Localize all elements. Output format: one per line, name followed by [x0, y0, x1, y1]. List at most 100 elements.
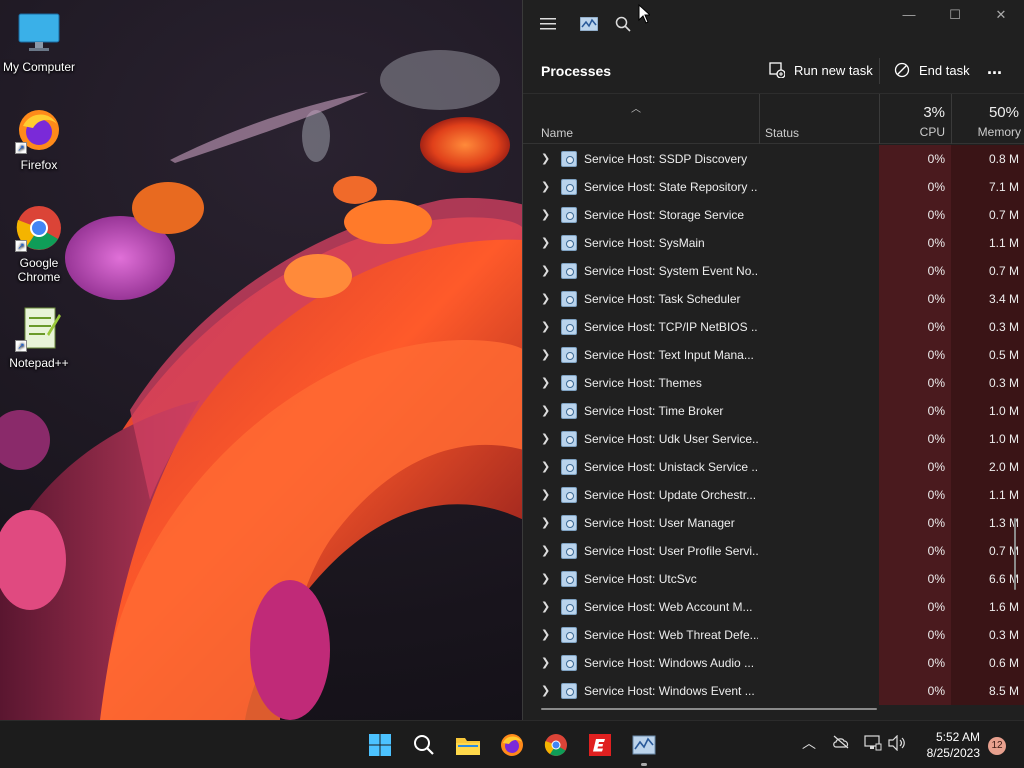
service-host-icon: [561, 599, 577, 615]
expand-chevron-icon[interactable]: ❯: [541, 684, 553, 698]
expand-chevron-icon[interactable]: ❯: [541, 236, 553, 250]
table-row[interactable]: ❯ Service Host: Storage Service 0% 0.7 M: [523, 201, 1024, 229]
process-cpu: 0%: [927, 516, 945, 530]
notification-badge[interactable]: 12: [988, 737, 1006, 755]
expand-chevron-icon[interactable]: ❯: [541, 516, 553, 530]
table-row[interactable]: ❯ Service Host: SSDP Discovery 0% 0.8 M: [523, 145, 1024, 173]
expand-chevron-icon[interactable]: ❯: [541, 376, 553, 390]
service-host-icon: [561, 291, 577, 307]
expand-chevron-icon[interactable]: ❯: [541, 292, 553, 306]
process-memory: 0.6 M: [988, 656, 1019, 670]
service-host-icon: [561, 571, 577, 587]
table-row[interactable]: ❯ Service Host: User Manager 0% 1.3 M: [523, 509, 1024, 537]
process-cpu: 0%: [927, 684, 945, 698]
more-options-button[interactable]: ...: [987, 58, 1002, 79]
table-row[interactable]: ❯ Service Host: Task Scheduler 0% 3.4 M: [523, 285, 1024, 313]
end-task-button[interactable]: End task: [893, 61, 970, 79]
expand-chevron-icon[interactable]: ❯: [541, 208, 553, 222]
run-new-task-button[interactable]: Run new task: [768, 61, 873, 79]
expand-chevron-icon[interactable]: ❯: [541, 488, 553, 502]
desktop-icon-my-computer[interactable]: My Computer: [0, 8, 78, 74]
column-header-memory[interactable]: Memory: [951, 125, 1021, 139]
process-cpu: 0%: [927, 656, 945, 670]
column-header-cpu[interactable]: CPU: [879, 125, 945, 139]
firefox-icon[interactable]: [496, 729, 528, 761]
table-row[interactable]: ❯ Service Host: Windows Audio ... 0% 0.6 M: [523, 649, 1024, 677]
table-row[interactable]: ❯ Service Host: Themes 0% 0.3 M: [523, 369, 1024, 397]
process-cpu: 0%: [927, 208, 945, 222]
process-memory: 1.6 M: [988, 600, 1019, 614]
table-row[interactable]: ❯ Service Host: Time Broker 0% 1.0 M: [523, 397, 1024, 425]
service-host-icon: [561, 543, 577, 559]
expand-chevron-icon[interactable]: ❯: [541, 460, 553, 474]
table-row[interactable]: ❯ Service Host: Web Account M... 0% 1.6 M: [523, 593, 1024, 621]
search-icon[interactable]: [611, 12, 635, 36]
process-cpu: 0%: [927, 376, 945, 390]
start-icon[interactable]: [364, 729, 396, 761]
expand-chevron-icon[interactable]: ❯: [541, 544, 553, 558]
table-row[interactable]: ❯ Service Host: Unistack Service ... 0% 2.0…: [523, 453, 1024, 481]
expand-chevron-icon[interactable]: ❯: [541, 180, 553, 194]
app-e-icon[interactable]: [584, 729, 616, 761]
taskbar: ︿ 5:52 AM 8/25/2023 12: [0, 720, 1024, 768]
service-host-icon: [561, 683, 577, 699]
process-cpu: 0%: [927, 572, 945, 586]
process-cpu: 0%: [927, 628, 945, 642]
memory-total-percent: 50%: [988, 104, 1019, 121]
table-row[interactable]: ❯ Service Host: Udk User Service... 0% 1.0 …: [523, 425, 1024, 453]
table-row[interactable]: ❯ Service Host: UtcSvc 0% 6.6 M: [523, 565, 1024, 593]
expand-chevron-icon[interactable]: ❯: [541, 404, 553, 418]
task-manager-icon[interactable]: [628, 729, 660, 766]
desktop-icon-label: My Computer: [2, 60, 76, 74]
table-row[interactable]: ❯ Service Host: SysMain 0% 1.1 M: [523, 229, 1024, 257]
service-host-icon: [561, 375, 577, 391]
file-explorer-icon[interactable]: [452, 729, 484, 761]
close-button[interactable]: ✕: [979, 4, 1023, 28]
table-row[interactable]: ❯ Service Host: TCP/IP NetBIOS ... 0% 0.3 M: [523, 313, 1024, 341]
table-row[interactable]: ❯ Service Host: Web Threat Defe... 0% 0.3 M: [523, 621, 1024, 649]
expand-chevron-icon[interactable]: ❯: [541, 348, 553, 362]
service-host-icon: [561, 319, 577, 335]
table-row[interactable]: ❯ Service Host: State Repository ... 0% 7.1…: [523, 173, 1024, 201]
process-memory: 0.7 M: [988, 264, 1019, 278]
column-header-name[interactable]: Name: [541, 126, 573, 140]
hamburger-menu-icon[interactable]: [536, 12, 560, 36]
maximize-button[interactable]: ☐: [933, 4, 977, 28]
process-name: Service Host: Unistack Service ...: [584, 460, 758, 474]
expand-chevron-icon[interactable]: ❯: [541, 320, 553, 334]
firefox-icon: ↗: [15, 106, 63, 154]
expand-chevron-icon[interactable]: ❯: [541, 432, 553, 446]
table-row[interactable]: ❯ Service Host: User Profile Servi... 0% 0.…: [523, 537, 1024, 565]
network-icon[interactable]: [864, 735, 882, 754]
process-cpu: 0%: [927, 404, 945, 418]
process-cpu: 0%: [927, 432, 945, 446]
chrome-icon[interactable]: [540, 729, 572, 761]
process-name: Service Host: Task Scheduler: [584, 292, 741, 306]
vertical-scrollbar[interactable]: [1014, 518, 1016, 590]
onedrive-icon[interactable]: [832, 735, 850, 752]
desktop-icon-notepad-plus-plus[interactable]: ↗ Notepad++: [0, 304, 78, 370]
page-title: Processes: [541, 63, 612, 79]
desktop-icon-firefox[interactable]: ↗ Firefox: [0, 106, 78, 172]
table-row[interactable]: ❯ Service Host: Windows Event ... 0% 8.5 M: [523, 677, 1024, 705]
search-icon[interactable]: [408, 729, 440, 761]
horizontal-scrollbar[interactable]: [541, 708, 877, 710]
show-hidden-icons-chevron-icon[interactable]: ︿: [802, 733, 816, 753]
expand-chevron-icon[interactable]: ❯: [541, 264, 553, 278]
expand-chevron-icon[interactable]: ❯: [541, 628, 553, 642]
shortcut-arrow-icon: ↗: [15, 142, 27, 154]
expand-chevron-icon[interactable]: ❯: [541, 152, 553, 166]
process-name: Service Host: Windows Audio ...: [584, 656, 755, 670]
expand-chevron-icon[interactable]: ❯: [541, 572, 553, 586]
expand-chevron-icon[interactable]: ❯: [541, 656, 553, 670]
expand-chevron-icon[interactable]: ❯: [541, 600, 553, 614]
desktop-icon-chrome[interactable]: ↗ Google Chrome: [0, 204, 78, 284]
column-header-status[interactable]: Status: [765, 126, 799, 140]
table-row[interactable]: ❯ Service Host: Text Input Mana... 0% 0.5 M: [523, 341, 1024, 369]
table-row[interactable]: ❯ Service Host: System Event No... 0% 0.7 M: [523, 257, 1024, 285]
service-host-icon: [561, 431, 577, 447]
table-row[interactable]: ❯ Service Host: Update Orchestr... 0% 1.1 M: [523, 481, 1024, 509]
minimize-button[interactable]: —: [887, 4, 931, 28]
service-host-icon: [561, 179, 577, 195]
system-clock[interactable]: 5:52 AM 8/25/2023: [900, 729, 980, 761]
